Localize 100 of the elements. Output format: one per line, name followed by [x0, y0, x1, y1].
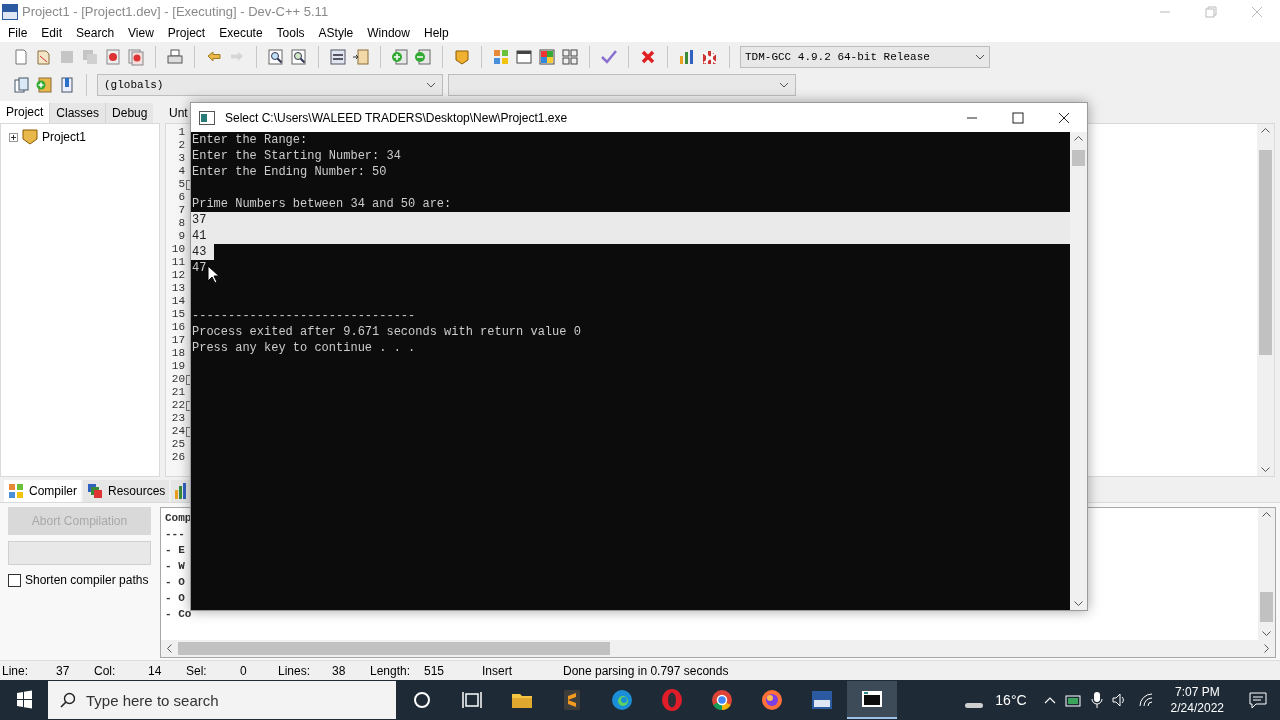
- expand-icon[interactable]: [9, 132, 18, 142]
- line-number: 23: [171, 412, 186, 425]
- panel-tab[interactable]: [171, 480, 192, 502]
- indent-icon[interactable]: [329, 48, 347, 66]
- add-icon[interactable]: [391, 48, 409, 66]
- console-icon: [199, 110, 215, 125]
- panel-tab[interactable]: Classes: [49, 103, 106, 123]
- output-scrollbar[interactable]: [1258, 508, 1275, 640]
- line-number: 9: [178, 230, 186, 243]
- weather-temperature[interactable]: 16°C: [995, 689, 1027, 711]
- devcpp-icon[interactable]: [810, 688, 834, 712]
- output-line: - O: [165, 591, 185, 606]
- panel-tab[interactable]: Resources: [83, 480, 170, 502]
- editor-scrollbar[interactable]: [1257, 124, 1274, 476]
- close-file-icon[interactable]: [104, 48, 122, 66]
- line-number: 14: [171, 295, 186, 308]
- edge-icon[interactable]: [610, 688, 634, 712]
- app-icon: [2, 4, 18, 20]
- line-number: 15: [171, 308, 186, 321]
- panel-tab[interactable]: Debug: [105, 103, 154, 123]
- scroll-down-icon[interactable]: [1262, 631, 1271, 636]
- goto-icon[interactable]: [35, 76, 53, 94]
- chrome-icon[interactable]: [710, 688, 734, 712]
- chevron-up-icon[interactable]: [1042, 695, 1057, 705]
- menu-item[interactable]: View: [121, 24, 161, 42]
- scroll-down-icon[interactable]: [1261, 467, 1270, 472]
- scroll-left-icon[interactable]: [167, 644, 172, 653]
- menu-item[interactable]: Tools: [269, 24, 312, 42]
- mouse-cursor-icon: [207, 265, 219, 284]
- status-value: 515: [424, 662, 445, 680]
- microphone-icon[interactable]: [1090, 691, 1103, 709]
- find-icon[interactable]: [267, 48, 285, 66]
- status-label: Length:: [370, 662, 412, 680]
- scroll-up-icon[interactable]: [1261, 128, 1270, 133]
- scroll-thumb[interactable]: [1259, 150, 1272, 355]
- menu-item[interactable]: Search: [69, 24, 122, 42]
- clock[interactable]: 7:07 PM 2/24/2022: [1170, 684, 1224, 716]
- line-number: 16: [171, 321, 186, 334]
- menu-item[interactable]: Help: [416, 24, 456, 42]
- panel-tab[interactable]: Compiler: [4, 480, 81, 502]
- scroll-up-icon[interactable]: [1262, 512, 1271, 517]
- tree-item[interactable]: Project1: [42, 128, 87, 146]
- taskbar-button[interactable]: [847, 681, 897, 719]
- checkbox[interactable]: [8, 573, 21, 587]
- replace-icon[interactable]: [290, 48, 308, 66]
- menu-item[interactable]: Edit: [34, 24, 70, 42]
- line-number: 5: [178, 178, 186, 191]
- menu-item[interactable]: Window: [360, 24, 417, 42]
- console-line: Enter the Range:: [191, 132, 308, 148]
- search-field[interactable]: Type here to search: [48, 681, 396, 719]
- scroll-right-icon[interactable]: [1264, 644, 1269, 653]
- chart-delete-icon[interactable]: [701, 48, 719, 66]
- line-number: 4: [178, 165, 186, 178]
- rebuild-icon[interactable]: [561, 48, 579, 66]
- scroll-thumb[interactable]: [1260, 592, 1273, 622]
- panel-tab[interactable]: Project: [0, 101, 50, 123]
- console-line: Prime Numbers between 34 and 50 are:: [191, 196, 452, 212]
- console-line: Enter the Ending Number: 50: [191, 164, 387, 180]
- menu-item[interactable]: AStyle: [311, 24, 361, 42]
- remove-icon[interactable]: [414, 48, 432, 66]
- check-icon[interactable]: [600, 48, 618, 66]
- scroll-up-icon[interactable]: [1074, 136, 1083, 141]
- compile-icon[interactable]: [492, 48, 510, 66]
- unindent-icon[interactable]: [352, 48, 370, 66]
- line-number: 1: [178, 126, 186, 139]
- class-icon[interactable]: [453, 48, 471, 66]
- status-value: 37: [56, 662, 70, 680]
- opera-icon[interactable]: [660, 688, 684, 712]
- insert-icon[interactable]: [12, 76, 30, 94]
- firefox-icon[interactable]: [760, 688, 784, 712]
- stop-icon[interactable]: [639, 48, 657, 66]
- horizontal-scrollbar[interactable]: [161, 640, 1275, 657]
- output-line: ---: [165, 527, 185, 542]
- close-all-icon[interactable]: [127, 48, 145, 66]
- output-line: - Co: [165, 607, 192, 622]
- bookmark-icon[interactable]: [58, 76, 76, 94]
- notification-icon[interactable]: [1248, 691, 1268, 709]
- compiler-select[interactable]: TDM-GCC 4.9.2 64-bit Release: [740, 46, 990, 68]
- compile-run-icon[interactable]: [538, 48, 556, 66]
- menu-item[interactable]: Execute: [212, 24, 270, 42]
- network-icon[interactable]: [1064, 693, 1083, 707]
- console-line: Press any key to continue . . .: [191, 340, 416, 356]
- console-scrollbar[interactable]: [1070, 132, 1087, 610]
- output-line: - E: [165, 543, 185, 558]
- run-icon[interactable]: [515, 48, 533, 66]
- line-number: 22: [171, 399, 186, 412]
- scroll-down-icon[interactable]: [1074, 601, 1083, 606]
- line-number: 24: [171, 425, 186, 438]
- window-title: Project1 - [Project1.dev] - [Executing] - Dev-C++ 5.11: [22, 3, 329, 22]
- menu-item[interactable]: Project: [160, 24, 213, 42]
- chart-icon[interactable]: [678, 48, 696, 66]
- menu-item[interactable]: File: [1, 24, 35, 42]
- scroll-thumb[interactable]: [1072, 150, 1085, 166]
- print-icon[interactable]: [166, 48, 184, 66]
- status-label: Line:: [2, 662, 30, 680]
- open-file-icon[interactable]: [35, 48, 53, 66]
- scope-select[interactable]: (globals): [97, 74, 443, 96]
- scroll-thumb[interactable]: [178, 642, 610, 655]
- wifi-icon[interactable]: [1136, 692, 1155, 708]
- line-number: 8: [178, 217, 186, 230]
